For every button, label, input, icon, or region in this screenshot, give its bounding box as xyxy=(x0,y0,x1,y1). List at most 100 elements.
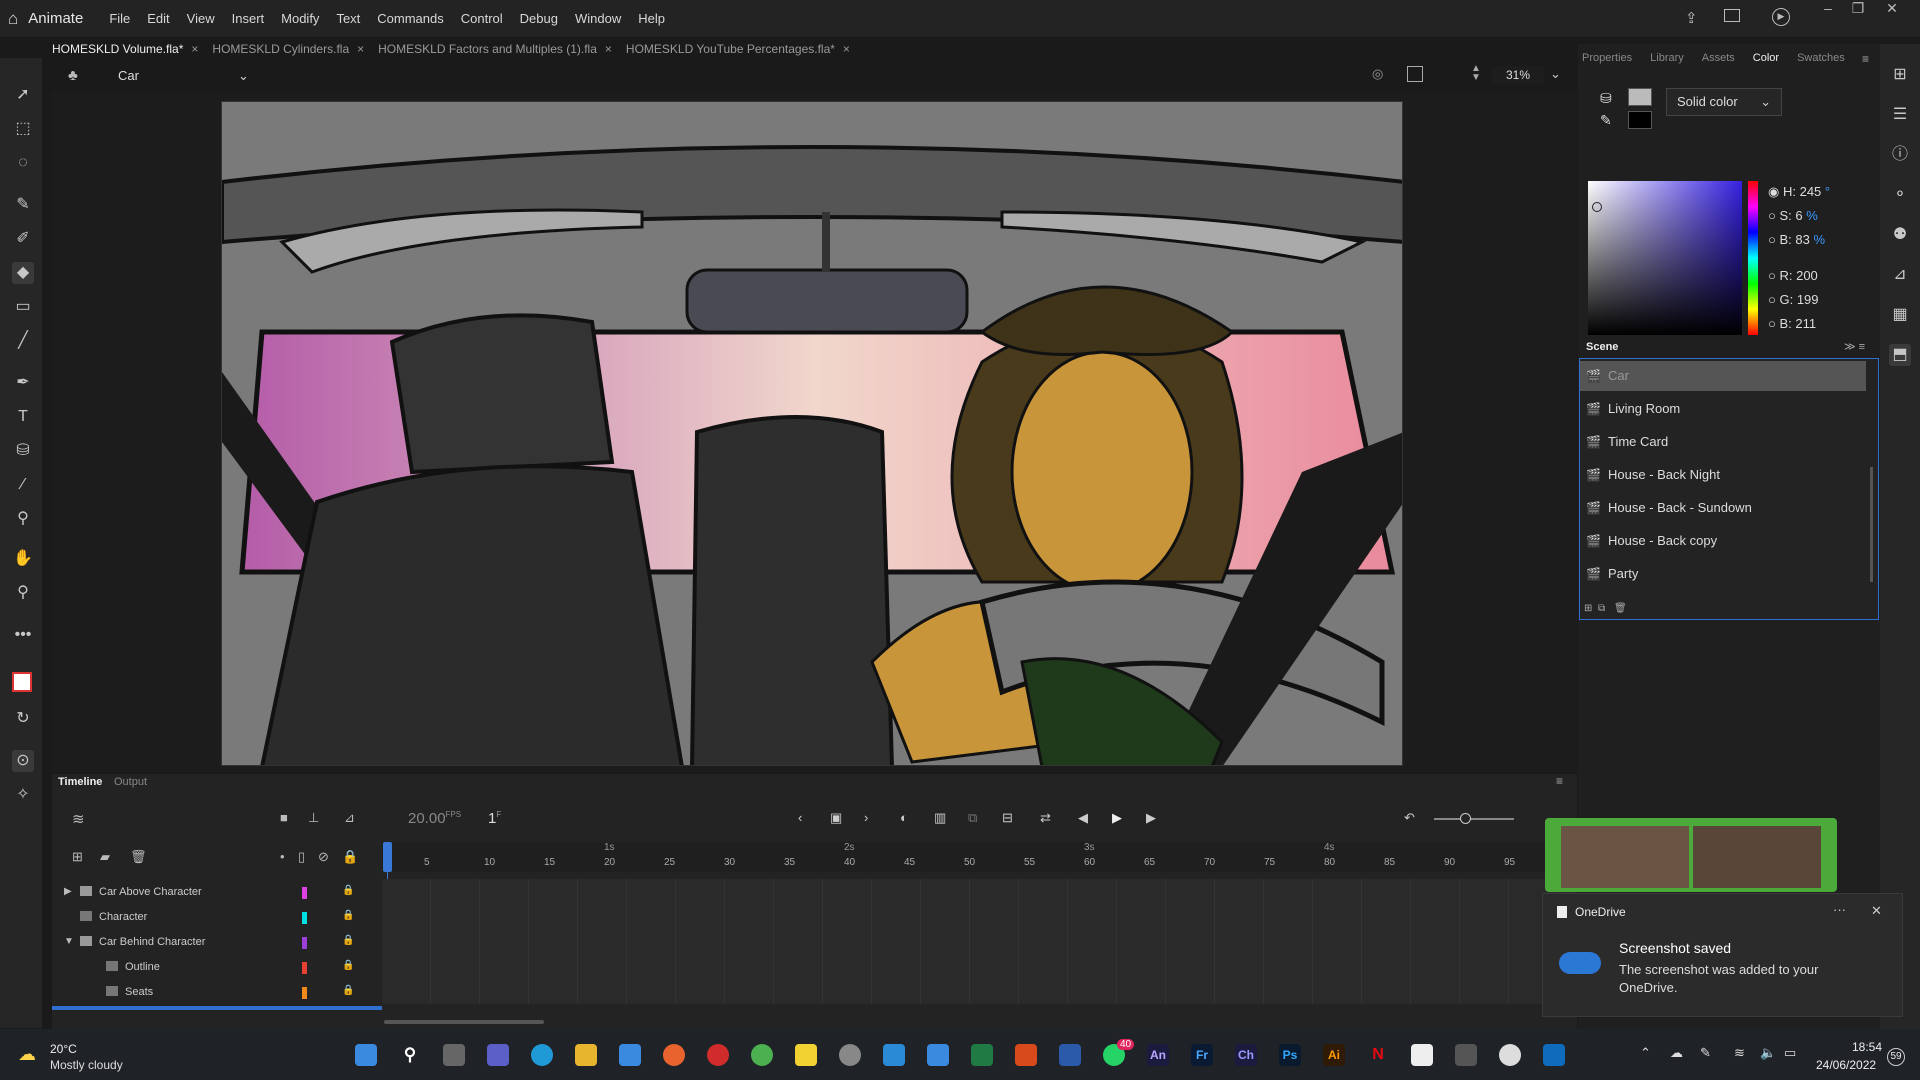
delete-layer-icon[interactable]: 🗑 xyxy=(130,849,147,865)
fps-display[interactable]: 20.00FPS xyxy=(408,810,461,827)
menu-commands[interactable]: Commands xyxy=(377,11,443,26)
illustrator-icon[interactable]: Ai xyxy=(1323,1044,1345,1066)
brightness-row[interactable]: ○ B: 83 % xyxy=(1768,232,1830,268)
color-type-dropdown[interactable]: Solid color ⌄ xyxy=(1666,88,1782,116)
calculator-icon[interactable] xyxy=(1455,1044,1477,1066)
stroke-swatch[interactable] xyxy=(1628,111,1652,129)
tab-timeline[interactable]: Timeline xyxy=(58,776,102,788)
menu-text[interactable]: Text xyxy=(336,11,360,26)
search-icon[interactable]: ⚲ xyxy=(399,1044,421,1066)
doc-tab[interactable]: HOMESKLD Factors and Multiples (1).fla × xyxy=(378,42,612,56)
blue-value[interactable]: 211 xyxy=(1795,316,1816,331)
menu-modify[interactable]: Modify xyxy=(281,11,319,26)
layer-parenting-icon[interactable]: ⊥ xyxy=(308,810,319,826)
properties-icon[interactable]: ☰ xyxy=(1889,104,1911,126)
stage-canvas[interactable] xyxy=(221,101,1403,766)
timeline-layer-row[interactable]: ▼ Car Behind Character 🔒 xyxy=(52,931,381,955)
new-folder-icon[interactable]: ▰ xyxy=(100,849,110,865)
zoom-stepper-icon[interactable]: ▲ ▼ xyxy=(1471,64,1481,83)
paint-bucket-icon[interactable]: ⛁ xyxy=(12,440,34,462)
scene-list-item[interactable]: 🎬 Time Card xyxy=(1580,427,1866,457)
clock-time[interactable]: 18:54 xyxy=(1852,1040,1882,1054)
insert-keyframe-icon[interactable]: ▣ xyxy=(830,810,842,826)
frame-display[interactable]: 1F xyxy=(488,810,501,827)
minimize-icon[interactable]: – xyxy=(1816,0,1840,20)
frame-size-slider-thumb[interactable] xyxy=(1460,813,1471,824)
lasso-icon[interactable]: ◌ xyxy=(12,152,34,174)
text-tool-icon[interactable]: T xyxy=(12,406,34,428)
doc-tab[interactable]: HOMESKLD Cylinders.fla × xyxy=(212,42,364,56)
delete-scene-icon[interactable]: 🗑 xyxy=(1614,603,1627,614)
line-tool-icon[interactable]: ╱ xyxy=(12,330,34,352)
weather-icon[interactable]: ☁ xyxy=(18,1044,36,1065)
close-tab-icon[interactable]: × xyxy=(191,42,198,56)
panel-menu-icon[interactable]: ≫ ≡ xyxy=(1844,340,1865,353)
next-keyframe-icon[interactable]: › xyxy=(864,810,868,825)
timeline-layer-row[interactable]: Seats 🔒 xyxy=(52,981,381,1005)
red-row[interactable]: ○ R: 200 xyxy=(1768,268,1830,292)
hue-row[interactable]: ◉ H: 245 ° xyxy=(1768,184,1830,208)
netflix-icon[interactable]: N xyxy=(1367,1044,1389,1066)
doc-tab[interactable]: HOMESKLD YouTube Percentages.fla* × xyxy=(626,42,850,56)
menu-window[interactable]: Window xyxy=(575,11,621,26)
blue-row[interactable]: ○ B: 211 xyxy=(1768,316,1830,340)
lock-icon[interactable]: 🔒 xyxy=(342,960,354,971)
workspace-icon[interactable] xyxy=(1724,9,1740,22)
play-icon[interactable]: ▶ xyxy=(1112,810,1122,826)
opera-icon[interactable] xyxy=(707,1044,729,1066)
scene-panel-icon[interactable]: ⬒ xyxy=(1889,344,1911,366)
layer-color-swatch[interactable] xyxy=(302,962,307,974)
office-icon[interactable] xyxy=(1015,1044,1037,1066)
lock-layers-icon[interactable]: 🔒 xyxy=(342,849,358,865)
snap-icon[interactable]: ⊙ xyxy=(12,750,34,772)
layer-color-swatch[interactable] xyxy=(302,937,307,949)
menu-debug[interactable]: Debug xyxy=(520,11,558,26)
close-icon[interactable]: ✕ xyxy=(1880,0,1904,20)
wifi-icon[interactable]: ≋ xyxy=(1734,1045,1745,1061)
weather-desc[interactable]: Mostly cloudy xyxy=(50,1058,123,1072)
close-tab-icon[interactable]: × xyxy=(843,42,850,56)
align-icon[interactable]: ⊞ xyxy=(1889,64,1911,86)
playhead[interactable] xyxy=(383,842,392,872)
fill-swatch[interactable] xyxy=(1628,88,1652,106)
character-animator-icon[interactable]: Ch xyxy=(1235,1044,1257,1066)
vscode-icon[interactable] xyxy=(883,1044,905,1066)
battery-icon[interactable]: ▭ xyxy=(1784,1045,1796,1061)
home-icon[interactable]: ⌂ xyxy=(8,9,18,29)
color-picker-field[interactable] xyxy=(1588,181,1742,335)
tab-swatches[interactable]: Swatches xyxy=(1797,52,1845,64)
tab-assets[interactable]: Assets xyxy=(1702,52,1735,64)
tab-output[interactable]: Output xyxy=(114,776,147,788)
word-icon[interactable] xyxy=(1059,1044,1081,1066)
free-transform-icon[interactable]: ⬚ xyxy=(12,118,34,140)
timeline-hscrollbar[interactable] xyxy=(384,1020,544,1024)
clip-stage-icon[interactable] xyxy=(1407,66,1423,82)
menu-view[interactable]: View xyxy=(187,11,215,26)
tab-properties[interactable]: Properties xyxy=(1582,52,1632,64)
start-icon[interactable] xyxy=(355,1044,377,1066)
graph-editor-icon[interactable]: ⊿ xyxy=(344,810,355,826)
close-tab-icon[interactable]: × xyxy=(605,42,612,56)
camera-icon[interactable]: ■ xyxy=(280,810,288,825)
duplicate-scene-icon[interactable]: ⧉ xyxy=(1598,603,1605,614)
hue-value[interactable]: 245 xyxy=(1800,184,1822,199)
panel-menu-icon[interactable]: ≡ xyxy=(1556,774,1563,788)
onedrive-tray-icon[interactable]: ☁ xyxy=(1670,1045,1683,1061)
lock-icon[interactable]: 🔒 xyxy=(342,935,354,946)
undo-icon[interactable]: ↶ xyxy=(1404,810,1415,826)
sticky-notes-icon[interactable] xyxy=(795,1044,817,1066)
edge-icon[interactable] xyxy=(531,1044,553,1066)
scene-list-item[interactable]: 🎬 House - Back - Sundown xyxy=(1580,493,1866,523)
frame-size-slider[interactable] xyxy=(1434,818,1514,820)
chrome-icon[interactable] xyxy=(751,1044,773,1066)
fill-bucket-icon[interactable]: ⛁ xyxy=(1600,90,1616,106)
step-forward-icon[interactable]: ▶ xyxy=(1146,810,1156,826)
saturation-value[interactable]: 6 xyxy=(1795,208,1802,223)
selection-tool-icon[interactable]: ➚ xyxy=(12,84,34,106)
hide-layers-icon[interactable]: ⊘ xyxy=(318,849,329,865)
animate-app-icon[interactable]: An xyxy=(1147,1044,1169,1066)
step-back-icon[interactable]: ◀ xyxy=(1078,810,1088,826)
test-movie-icon[interactable]: ▶ xyxy=(1772,8,1790,26)
hue-slider[interactable] xyxy=(1748,181,1758,335)
close-tab-icon[interactable]: × xyxy=(357,42,364,56)
